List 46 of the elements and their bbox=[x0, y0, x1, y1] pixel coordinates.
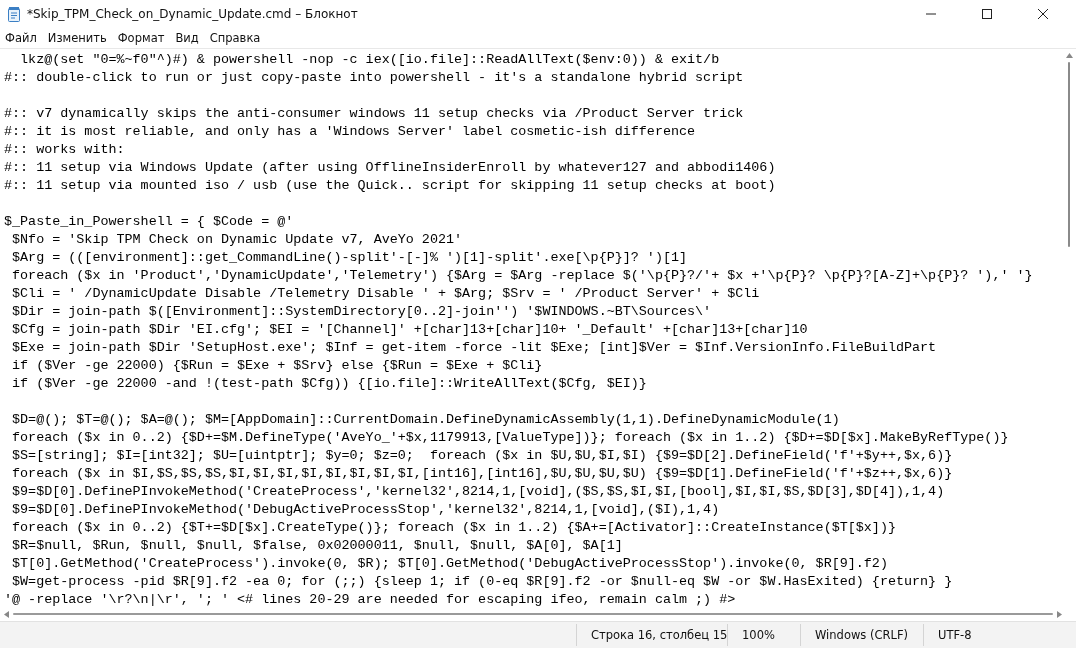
code-line: if ($Ver -ge 22000) {$Run = $Exe + $Srv} else {$Run = $Exe + $Cli} bbox=[11, 357, 543, 375]
menu-item[interactable]: Справка bbox=[204, 29, 267, 47]
code-line: $Exe = join-path $Dir 'SetupHost.exe'; $Inf = get-item -force -lit $Exe; [int]$Ver = $Inf.VersionInfo.FileBuildPart bbox=[11, 339, 937, 357]
code-line: #:: works with: bbox=[4, 141, 125, 159]
code-line: $S=[string]; $I=[int32]; $U=[uintptr]; $y=0; $z=0; foreach ($x in $U,$U,$I,$I) {$9=$D[2].DefineField('f'+$y++,$x,6)} bbox=[11, 447, 953, 465]
status-text: Строка 16, столбец 15 bbox=[576, 624, 727, 646]
code-line: foreach ($x in 'Product','DynamicUpdate','Telemetry') {$Arg = $Arg -replace $('\p{P}?/'+ $x +'\p{P}? \p{P}?[A-Z]+\p{P}? '),' '} bbox=[11, 267, 1033, 285]
close-icon[interactable] bbox=[1038, 9, 1048, 19]
menu-item[interactable]: Формат bbox=[112, 29, 171, 47]
code-line: $T[0].GetMethod('CreateProcess').invoke(0, $R); $T[0].GetMethod('DebugActiveProcessStop').invoke(0, $R[9].f2) bbox=[11, 555, 888, 573]
scroll-right-icon[interactable] bbox=[1057, 610, 1062, 618]
code-line: $_Paste_in_Powershell = { $Code = @' bbox=[4, 213, 294, 231]
code-line: #:: it is most reliable, and only has a 'Windows Server' label cosmetic-ish difference bbox=[4, 123, 696, 141]
code-line: $9=$D[0].DefinePInvokeMethod('DebugActiveProcessStop','kernel32',8214,1,[void],($I),1,4) bbox=[11, 501, 720, 519]
code-line: $9=$D[0].DefinePInvokeMethod('CreateProcess','kernel32',8214,1,[void],($S,$S,$I,$I,[bool],$I,$I,$S,$D[3],$D[4]),1,4) bbox=[11, 483, 945, 501]
scrollbar-thumb[interactable] bbox=[1068, 62, 1070, 247]
window-title: *Skip_TPM_Check_on_Dynamic_Update.cmd – Блокнот bbox=[27, 7, 359, 21]
maximize-icon[interactable] bbox=[982, 9, 992, 19]
code-line: $Cli = ' /DynamicUpdate Disable /Telemetry Disable ' + $Arg; $Srv = ' /Product Server' + $Cli bbox=[11, 285, 760, 303]
code-line: $Cfg = join-path $Dir 'EI.cfg'; $EI = '[Channel]' +[char]13+[char]10+ '_Default' +[char]13+[char]10 bbox=[11, 321, 808, 339]
code-line: #:: 11 setup via mounted iso / usb (use the Quick.. script for skipping 11 setup checks at boot) bbox=[4, 177, 776, 195]
code-line: $Arg = (([environment]::get_CommandLine()-split'-[-]% ')[1]-split'.exe[\p{P}]? ')[1] bbox=[11, 249, 688, 267]
code-line: $W=get-process -pid $R[9].f2 -ea 0; for (;;) {sleep 1; if (0-eq $R[9].f2 -or $null-eq $W -or $W.HasExited) {return} } bbox=[11, 573, 953, 591]
scroll-up-icon[interactable] bbox=[1065, 53, 1073, 58]
code-line: foreach ($x in 0..2) {$T+=$D[$x].CreateType()}; foreach ($x in 1..2) {$A+=[Activator]::CreateInstance($T[$x])} bbox=[11, 519, 896, 537]
code-line: #:: 11 setup via Windows Update (after using OfflineInsiderEnroll by whatever127 and abbodi1406) bbox=[4, 159, 776, 177]
code-line: $Nfo = 'Skip TPM Check on Dynamic Update v7, AveYo 2021' bbox=[11, 231, 463, 249]
code-line: #:: double-click to run or just copy-paste into powershell - it's a standalone hybrid script bbox=[4, 69, 744, 87]
code-line: '@ -replace '\r?\n|\r', '; ' <# lines 20-29 are needed for escaping ifeo, remain calm ;) #> bbox=[4, 591, 736, 607]
menu-item[interactable]: Вид bbox=[170, 29, 205, 47]
status-text: Windows (CRLF) bbox=[800, 624, 923, 646]
status-text: UTF-8 bbox=[923, 624, 996, 646]
status-text: 100% bbox=[727, 624, 800, 646]
scroll-left-icon[interactable] bbox=[4, 610, 9, 618]
code-line: $D=@(); $T=@(); $A=@(); $M=[AppDomain]::CurrentDomain.DefineDynamicAssembly(1,1).DefineDynamicModule(1) bbox=[11, 411, 840, 429]
code-line: foreach ($x in $I,$S,$S,$S,$I,$I,$I,$I,$I,$I,$I,$I,[int16],[int16],$U,$U,$U,$U) {$9=$D[1].DefineField('f'+$z++,$x,6)} bbox=[11, 465, 953, 483]
code-line: #:: v7 dynamically skips the anti-consumer windows 11 setup checks via /Product Server trick bbox=[4, 105, 744, 123]
menu-item[interactable]: Файл bbox=[0, 29, 43, 47]
code-line: if ($Ver -ge 22000 -and !(test-path $Cfg)) {[io.file]::WriteAllText($Cfg, $EI)} bbox=[11, 375, 647, 393]
scrollbar-thumb[interactable] bbox=[13, 613, 1053, 615]
code-line: $R=$null, $Run, $null, $null, $false, 0x02000011, $null, $null, $A[0], $A[1] bbox=[11, 537, 623, 555]
code-line: $Dir = join-path $([Environment]::SystemDirectory[0..2]-join'') '$WINDOWS.~BT\Sources\' bbox=[11, 303, 712, 321]
menu-item[interactable]: Изменить bbox=[42, 29, 113, 47]
code-line: foreach ($x in 0..2) {$D+=$M.DefineType('AveYo_'+$x,1179913,[ValueType])}; foreach ($x in 1..2) {$D+=$D[$x].MakeByRefType()} bbox=[11, 429, 1009, 447]
code-line: lkz@(set "0=%~f0"^)#) & powershell -nop -c iex([io.file]::ReadAllText($env:0)) & exit/b bbox=[19, 51, 720, 69]
notepad-icon bbox=[8, 6, 20, 22]
